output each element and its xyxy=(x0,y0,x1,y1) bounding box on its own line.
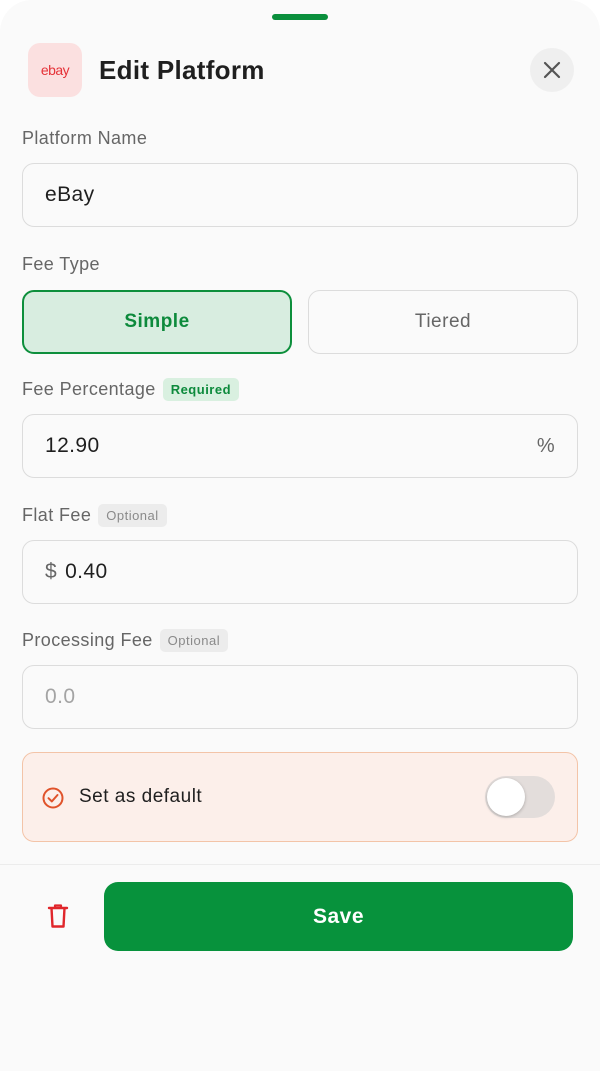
fee-type-simple-option[interactable]: Simple xyxy=(22,290,292,354)
close-button[interactable] xyxy=(530,48,574,92)
optional-badge: Optional xyxy=(159,628,229,652)
fee-percentage-label-row: Fee Percentage Required xyxy=(22,376,240,402)
sheet-grabber[interactable] xyxy=(272,14,328,20)
logo-text: ebay xyxy=(40,62,70,78)
close-icon xyxy=(543,61,561,79)
dollar-prefix: $ xyxy=(45,560,58,583)
platform-name-value: eBay xyxy=(45,183,95,206)
platform-name-input[interactable]: eBay xyxy=(22,163,578,227)
percent-suffix: % xyxy=(536,434,555,457)
fee-type-label: Fee Type xyxy=(22,253,100,274)
set-default-toggle[interactable] xyxy=(485,776,555,818)
set-default-card: Set as default xyxy=(22,752,578,842)
trash-icon xyxy=(47,904,69,928)
fee-percentage-label: Fee Percentage xyxy=(22,378,156,399)
ebay-logo-icon: ebay xyxy=(28,43,82,97)
platform-name-label: Platform Name xyxy=(22,127,148,148)
footer-divider xyxy=(0,864,600,865)
sheet-header: ebay Edit Platform xyxy=(28,43,574,97)
flat-fee-label-row: Flat Fee Optional xyxy=(22,502,167,528)
processing-fee-label-row: Processing Fee Optional xyxy=(22,627,229,653)
platform-name-label-row: Platform Name xyxy=(22,125,147,151)
set-default-label: Set as default xyxy=(79,786,203,807)
required-badge: Required xyxy=(162,377,240,401)
fee-percentage-input[interactable]: 12.90 % xyxy=(22,414,578,478)
flat-fee-label: Flat Fee xyxy=(22,504,92,525)
flat-fee-input[interactable]: $ 0.40 xyxy=(22,540,578,604)
flat-fee-value: 0.40 xyxy=(65,560,108,583)
fee-type-label-row: Fee Type xyxy=(22,251,100,277)
toggle-knob xyxy=(487,778,525,816)
delete-button[interactable] xyxy=(38,896,78,936)
fee-percentage-value: 12.90 xyxy=(45,434,100,457)
processing-fee-placeholder: 0.0 xyxy=(45,685,76,708)
processing-fee-input[interactable]: 0.0 xyxy=(22,665,578,729)
optional-badge: Optional xyxy=(98,503,167,527)
save-button[interactable]: Save xyxy=(104,882,573,951)
processing-fee-label: Processing Fee xyxy=(22,629,153,650)
edit-platform-sheet: ebay Edit Platform Platform Name eBay Fe… xyxy=(0,0,600,1071)
check-circle-icon xyxy=(42,787,64,809)
fee-type-tiered-option[interactable]: Tiered xyxy=(308,290,578,354)
page-title: Edit Platform xyxy=(99,55,265,85)
